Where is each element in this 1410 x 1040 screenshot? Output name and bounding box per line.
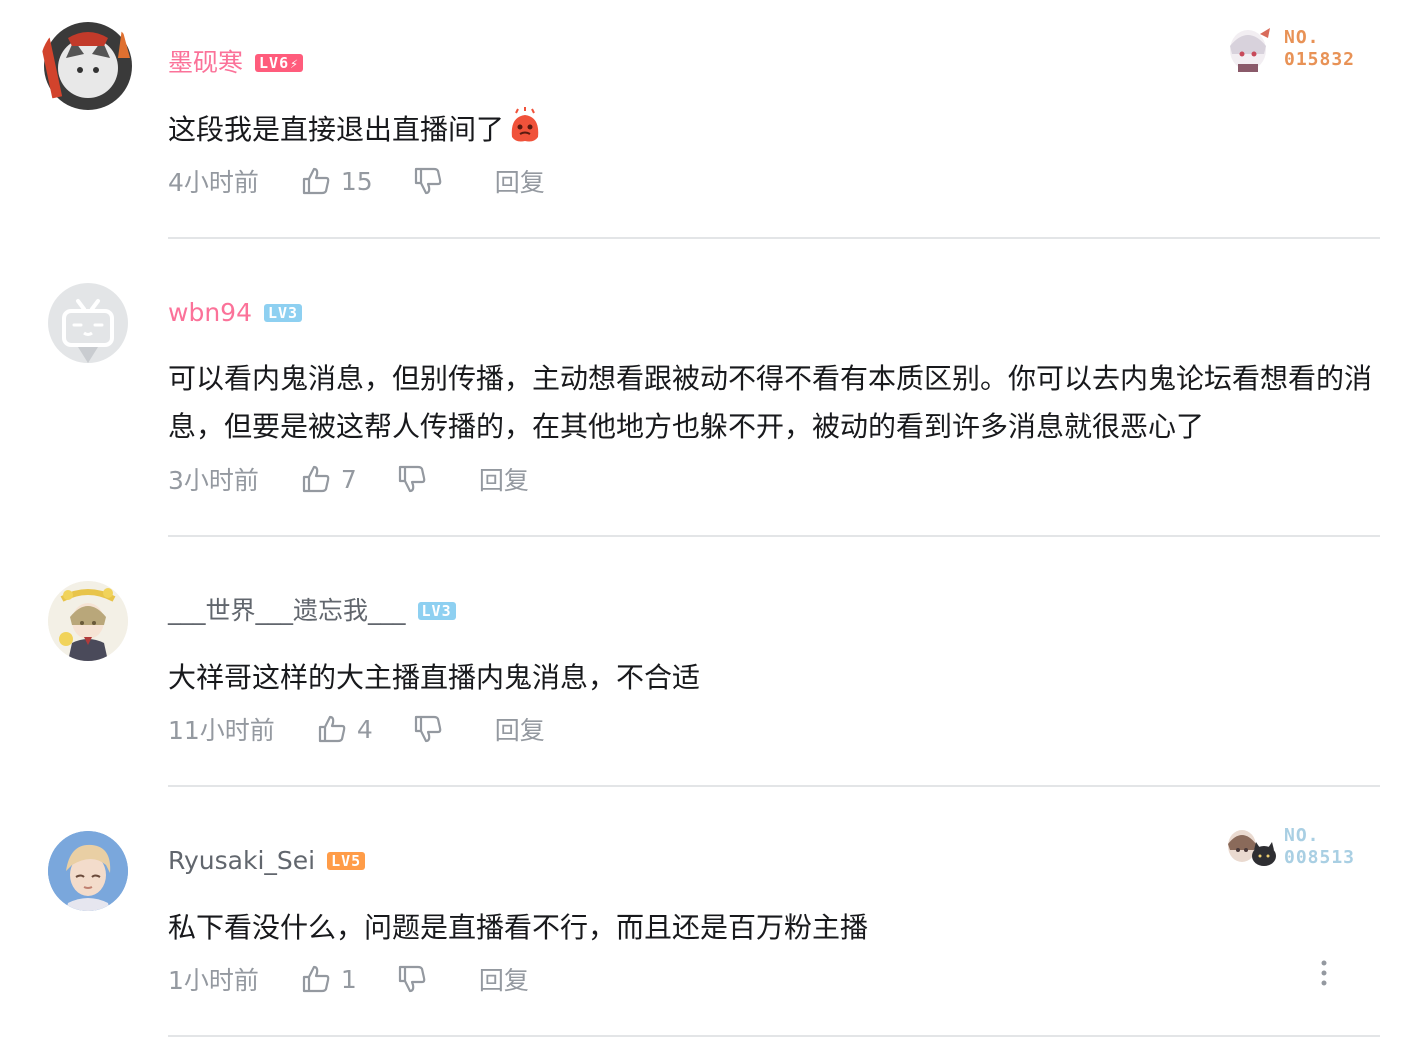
like-count: 15 bbox=[340, 166, 373, 196]
timestamp: 3小时前 bbox=[168, 466, 259, 495]
badge-number: NO. 015832 bbox=[1284, 27, 1356, 70]
reply-button[interactable]: 回复 bbox=[495, 711, 545, 747]
dislike-button[interactable] bbox=[413, 166, 443, 196]
comment-text: 私下看没什么，问题是直播看不行，而且还是百万粉主播 bbox=[168, 911, 869, 944]
timestamp: 4小时前 bbox=[168, 168, 259, 197]
thumbs-down-icon bbox=[398, 965, 426, 993]
avatar[interactable] bbox=[48, 283, 128, 363]
timestamp: 11小时前 bbox=[168, 716, 275, 745]
more-options-icon[interactable] bbox=[1314, 958, 1334, 988]
dislike-button[interactable] bbox=[397, 964, 427, 994]
username[interactable]: ___世界___遗忘我___ bbox=[168, 593, 406, 629]
fan-badge[interactable]: NO. 008513 bbox=[1220, 822, 1355, 872]
username-row: Ryusaki_Sei LV5 bbox=[168, 843, 366, 879]
anime-duo-icon bbox=[1228, 830, 1276, 866]
thumbs-up-icon bbox=[302, 465, 330, 493]
timestamp: 1小时前 bbox=[168, 966, 259, 995]
reply-button[interactable]: 回复 bbox=[495, 163, 545, 199]
divider bbox=[168, 535, 1380, 537]
comment-meta: 11小时前 4 回复 bbox=[168, 711, 545, 747]
reply-button[interactable]: 回复 bbox=[479, 461, 529, 497]
dislike-button[interactable] bbox=[397, 464, 427, 494]
comment-text: 大祥哥这样的大主播直播内鬼消息，不合适 bbox=[168, 661, 701, 694]
comment-text: 这段我是直接退出直播间了 bbox=[168, 106, 1378, 154]
avatar[interactable] bbox=[48, 831, 128, 911]
badge-number: NO. 008513 bbox=[1284, 825, 1356, 868]
comment-meta: 4小时前 15 回复 bbox=[168, 163, 545, 199]
avatar[interactable] bbox=[40, 18, 136, 114]
thumbs-up-icon bbox=[302, 167, 330, 195]
comment-meta: 3小时前 7 回复 bbox=[168, 461, 529, 497]
username[interactable]: 墨砚寒 bbox=[168, 45, 243, 81]
anime-girl-icon bbox=[1230, 28, 1270, 72]
like-button[interactable]: 4 bbox=[317, 714, 413, 744]
bolt-icon: ⚡ bbox=[290, 57, 299, 72]
default-tv-avatar-icon bbox=[62, 299, 114, 363]
comment-meta: 1小时前 1 回复 bbox=[168, 961, 529, 997]
like-button[interactable]: 1 bbox=[301, 964, 397, 994]
thumbs-down-icon bbox=[414, 715, 442, 743]
thumbs-up-icon bbox=[318, 715, 346, 743]
divider bbox=[168, 237, 1380, 239]
level-badge: LV5 bbox=[327, 852, 366, 870]
like-count: 1 bbox=[340, 964, 357, 994]
username-row: 墨砚寒 LV6⚡ bbox=[168, 45, 303, 81]
avatar[interactable] bbox=[48, 581, 128, 661]
like-button[interactable]: 7 bbox=[301, 464, 397, 494]
level-badge: LV6⚡ bbox=[255, 54, 303, 72]
reply-button[interactable]: 回复 bbox=[479, 961, 529, 997]
thumbs-up-icon bbox=[302, 965, 330, 993]
thumbs-down-icon bbox=[398, 465, 426, 493]
red-blob-emoji-icon bbox=[511, 107, 539, 142]
divider bbox=[168, 1035, 1380, 1037]
like-count: 4 bbox=[356, 714, 373, 744]
username-row: ___世界___遗忘我___ LV3 bbox=[168, 593, 456, 629]
fan-badge[interactable]: NO. 015832 bbox=[1220, 24, 1355, 74]
like-button[interactable]: 15 bbox=[301, 166, 413, 196]
comment-text: 可以看内鬼消息，但别传播，主动想看跟被动不得不看有本质区别。你可以去内鬼论坛看想… bbox=[168, 362, 1373, 443]
username[interactable]: Ryusaki_Sei bbox=[168, 843, 315, 879]
dislike-button[interactable] bbox=[413, 714, 443, 744]
like-count: 7 bbox=[340, 464, 357, 494]
thumbs-down-icon bbox=[414, 167, 442, 195]
username-row: wbn94 LV3 bbox=[168, 295, 303, 331]
level-badge: LV3 bbox=[263, 304, 303, 322]
username[interactable]: wbn94 bbox=[168, 295, 252, 331]
level-badge: LV3 bbox=[417, 602, 456, 620]
divider bbox=[168, 785, 1380, 787]
